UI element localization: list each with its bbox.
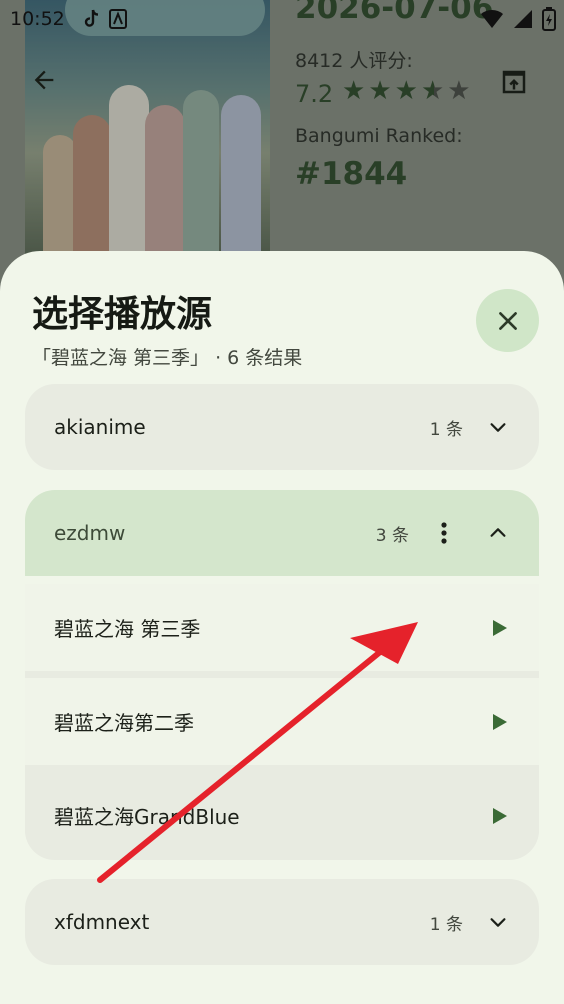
source-card-akianime[interactable]: akianime 1 条 (25, 384, 539, 470)
episode-row[interactable]: 碧蓝之海 第三季 (25, 584, 539, 671)
source-picker-sheet: 选择播放源 「碧蓝之海 第三季」 · 6 条结果 akianime 1 条 ez… (0, 251, 564, 1004)
status-bar: 10:52 (0, 0, 564, 38)
source-card-xfdmnext[interactable]: xfdmnext 1 条 (25, 879, 539, 965)
source-count: 3 条 (375, 525, 409, 546)
source-count: 1 条 (429, 914, 463, 935)
chevron-down-icon[interactable] (485, 909, 511, 935)
sheet-subtitle: 「碧蓝之海 第三季」 · 6 条结果 (32, 347, 303, 369)
app-notification-icon (109, 9, 127, 29)
battery-icon (542, 7, 556, 31)
play-icon[interactable] (489, 618, 509, 638)
episode-title: 碧蓝之海GrandBlue (54, 805, 240, 829)
source-name: xfdmnext (54, 910, 150, 934)
source-name: akianime (54, 415, 146, 439)
sheet-title: 选择播放源 (32, 294, 213, 335)
more-vert-icon[interactable] (431, 520, 457, 546)
close-icon (498, 311, 517, 330)
chevron-up-icon[interactable] (485, 520, 511, 546)
status-time: 10:52 (10, 8, 65, 30)
chevron-down-icon[interactable] (485, 414, 511, 440)
episode-row[interactable]: 碧蓝之海第二季 (25, 678, 539, 765)
play-icon[interactable] (489, 712, 509, 732)
episode-title: 碧蓝之海第二季 (54, 711, 194, 735)
source-count: 1 条 (429, 419, 463, 440)
close-button[interactable] (476, 289, 539, 352)
source-card-ezdmw[interactable]: ezdmw 3 条 (25, 490, 539, 576)
play-icon[interactable] (489, 806, 509, 826)
tiktok-icon (84, 9, 99, 27)
wifi-icon (481, 9, 503, 28)
source-name: ezdmw (54, 521, 126, 545)
episode-title: 碧蓝之海 第三季 (54, 617, 201, 641)
episode-list: 碧蓝之海 第三季 碧蓝之海第二季 碧蓝之海GrandBlue (25, 584, 539, 860)
episode-row[interactable]: 碧蓝之海GrandBlue (25, 772, 539, 859)
signal-icon (514, 10, 532, 28)
